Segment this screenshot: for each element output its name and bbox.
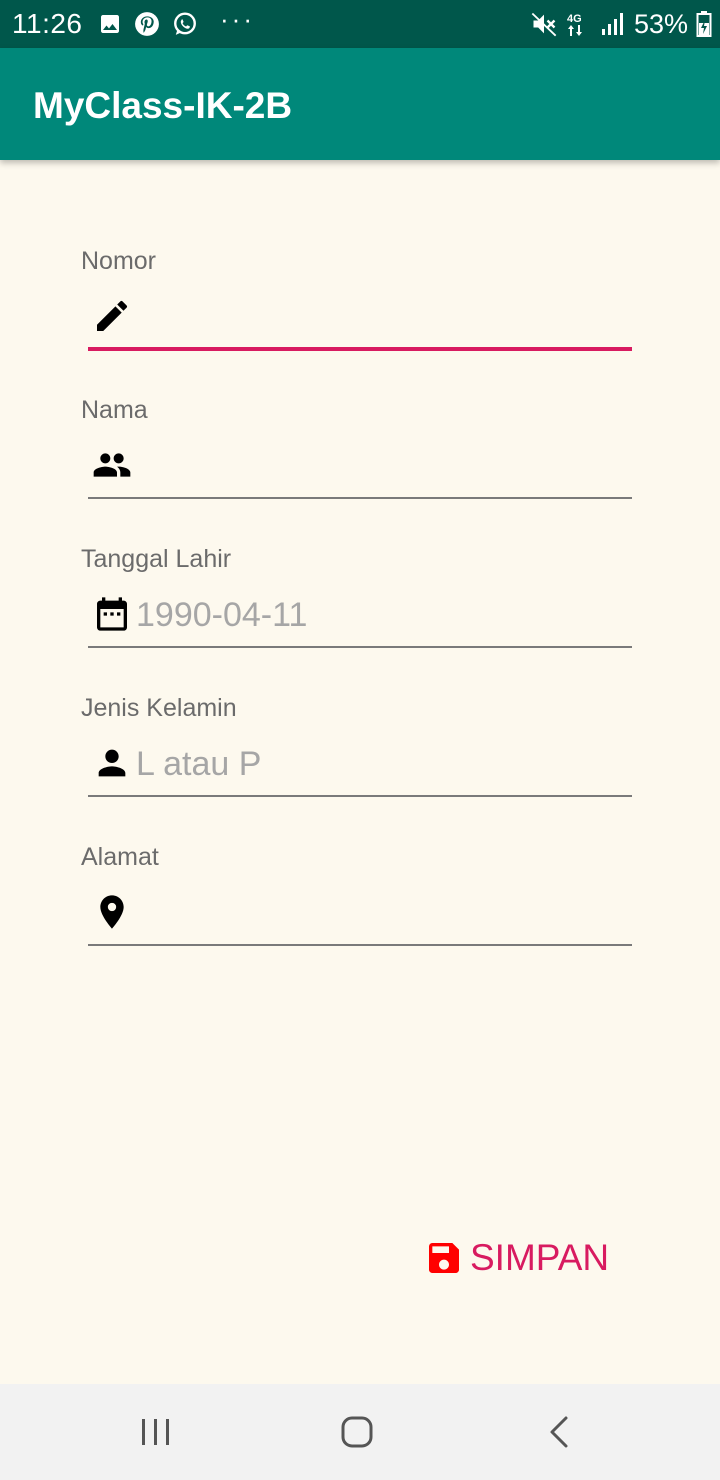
signal-icon <box>600 11 626 37</box>
svg-text:4G: 4G <box>567 13 582 25</box>
field-nama: Nama <box>0 395 720 525</box>
field-label: Nomor <box>81 247 157 275</box>
more-notifications-icon: ··· <box>220 4 255 34</box>
jenis-kelamin-input[interactable]: L atau P <box>88 735 632 797</box>
mute-icon <box>530 10 558 38</box>
field-label: Jenis Kelamin <box>81 694 237 722</box>
save-icon <box>424 1238 464 1278</box>
field-label: Tanggal Lahir <box>81 545 232 573</box>
system-icons: 4G 53% <box>530 8 712 40</box>
field-value: L atau P <box>136 745 262 783</box>
pinterest-icon <box>134 11 160 37</box>
status-time: 11:26 <box>12 8 83 39</box>
location-pin-icon <box>92 892 132 932</box>
tanggal-lahir-input[interactable]: 1990-04-11 <box>88 586 632 648</box>
navigation-bar <box>0 1384 720 1480</box>
input-underline <box>88 646 632 648</box>
input-underline <box>88 944 632 946</box>
battery-level: 53% <box>633 9 688 39</box>
field-alamat: Alamat <box>0 842 720 972</box>
field-value: 1990-04-11 <box>136 596 308 634</box>
field-nomor: Nomor <box>0 246 720 376</box>
app-title: MyClass-IK-2B <box>33 85 293 126</box>
alamat-input[interactable] <box>88 884 632 946</box>
home-icon[interactable] <box>333 1408 381 1456</box>
field-label: Nama <box>81 396 148 424</box>
nama-input[interactable] <box>88 437 632 499</box>
input-underline <box>88 497 632 499</box>
field-tanggal-lahir: Tanggal Lahir 1990-04-11 <box>0 544 720 674</box>
status-bar: 11:26 ··· 4G 53% <box>0 0 720 48</box>
person-icon <box>92 743 132 783</box>
save-label: SIMPAN <box>470 1237 610 1278</box>
input-underline <box>88 347 632 351</box>
back-icon[interactable] <box>535 1408 583 1456</box>
nomor-input[interactable] <box>88 288 632 351</box>
field-jenis-kelamin: Jenis Kelamin L atau P <box>0 693 720 823</box>
battery-charging-icon <box>696 10 712 38</box>
notification-icons: ··· <box>98 4 255 38</box>
whatsapp-icon <box>172 11 198 37</box>
save-button[interactable]: SIMPAN <box>424 1236 609 1280</box>
input-underline <box>88 795 632 797</box>
people-icon <box>92 445 132 485</box>
network-4g-icon: 4G <box>566 10 592 38</box>
recent-apps-icon[interactable] <box>132 1408 180 1456</box>
image-icon <box>98 12 122 36</box>
field-label: Alamat <box>81 843 159 871</box>
app-bar: MyClass-IK-2B <box>0 48 720 160</box>
calendar-icon <box>92 594 132 634</box>
edit-icon <box>92 296 132 336</box>
